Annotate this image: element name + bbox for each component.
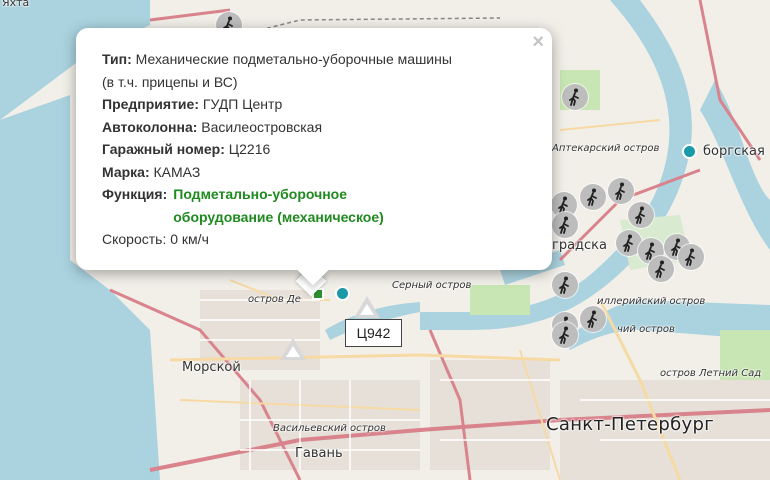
- popup-column-label: Автоколонна:: [102, 118, 198, 135]
- vehicle-marker[interactable]: [552, 322, 578, 348]
- popup-type-label: Тип:: [102, 51, 132, 67]
- teal-dot-marker[interactable]: [682, 144, 697, 159]
- map-label-yakhta: Яхта: [2, 0, 30, 9]
- map-label-zayachy: иллерийский остров: [597, 296, 706, 307]
- popup-garage-value: Ц2216: [228, 141, 271, 157]
- map-label-gavan: Гавань: [295, 446, 343, 461]
- vehicle-info-popup: × Тип: Механические подметально-уборочны…: [76, 28, 552, 286]
- popup-speed-label: Скорость:: [102, 231, 167, 247]
- map-label-letny-sad: остров Летний Сад: [660, 368, 762, 379]
- tooltip-label: Ц942: [356, 325, 391, 341]
- popup-type-value: Механические подметально-уборочные машин…: [135, 51, 452, 67]
- walking-person-icon: [559, 216, 569, 234]
- popup-brand-value: КАМАЗ: [153, 163, 201, 180]
- vehicle-marker[interactable]: [608, 178, 634, 204]
- vehicle-marker[interactable]: [580, 306, 606, 332]
- map-label-ostrov-d: остров Де: [248, 294, 301, 305]
- walking-person-icon: [559, 326, 569, 344]
- popup-brand-row: Марка: КАМАЗ: [102, 161, 538, 184]
- map-label-aptekarsky: Аптекарский остров: [552, 143, 660, 154]
- walking-person-icon: [685, 248, 695, 266]
- close-icon[interactable]: ×: [532, 32, 544, 52]
- popup-speed-row: Скорость: 0 км/ч: [102, 228, 538, 251]
- walking-person-icon: [635, 206, 645, 224]
- map-label-vasilievsky: Васильевский остров: [273, 423, 386, 434]
- map-canvas[interactable]: Яхта Аптекарский остров боргская градска…: [0, 0, 770, 480]
- vehicle-marker[interactable]: [580, 184, 606, 210]
- popup-column-value: Василеостровская: [201, 118, 323, 135]
- popup-enterprise-value: ГУДП Центр: [202, 96, 283, 112]
- walking-person-icon: [655, 260, 665, 278]
- vehicle-marker[interactable]: [648, 256, 674, 282]
- walking-person-icon: [623, 234, 633, 252]
- map-label-morskoy: Морской: [182, 360, 241, 375]
- map-label-chiy: чий остров: [617, 324, 675, 335]
- popup-type-row: Тип: Механические подметально-уборочные …: [102, 48, 538, 71]
- popup-enterprise-label: Предприятие:: [102, 96, 199, 112]
- vehicle-marker[interactable]: [562, 84, 588, 110]
- map-label-gradskaya: градска: [552, 238, 608, 253]
- vehicle-marker[interactable]: [552, 212, 578, 238]
- vehicle-tooltip: Ц942: [345, 319, 402, 347]
- popup-speed-value: 0 км/ч: [170, 231, 209, 247]
- popup-garage-label: Гаражный номер:: [102, 141, 225, 157]
- popup-function-value: Подметально-уборочное оборудование (меха…: [173, 186, 384, 225]
- map-label-vyborgskaya: боргская: [703, 144, 765, 159]
- popup-column-row: Автоколонна: Василеостровская: [102, 116, 538, 139]
- popup-function-row: Функция: Подметально-уборочное оборудова…: [102, 183, 538, 228]
- vehicle-marker[interactable]: [628, 202, 654, 228]
- vehicle-marker[interactable]: [678, 244, 704, 270]
- walking-person-icon: [615, 182, 625, 200]
- popup-type-value-cont: (в т.ч. прицепы и ВС): [102, 73, 238, 90]
- map-label-saint-petersburg: Санкт-Петербург: [546, 414, 714, 435]
- popup-brand-label: Марка:: [102, 163, 150, 180]
- popup-enterprise-row: Предприятие: ГУДП Центр: [102, 93, 538, 116]
- popup-function-label: Функция:: [102, 186, 168, 202]
- vehicle-marker[interactable]: [552, 272, 578, 298]
- teal-dot-marker[interactable]: [335, 286, 350, 301]
- triangle-marker[interactable]: [354, 296, 380, 318]
- walking-person-icon: [559, 276, 569, 294]
- triangle-marker[interactable]: [280, 338, 306, 360]
- walking-person-icon: [587, 188, 597, 206]
- walking-person-icon: [569, 88, 579, 106]
- walking-person-icon: [587, 310, 597, 328]
- map-label-serny: Серный остров: [392, 280, 472, 291]
- popup-garage-row: Гаражный номер: Ц2216: [102, 138, 538, 161]
